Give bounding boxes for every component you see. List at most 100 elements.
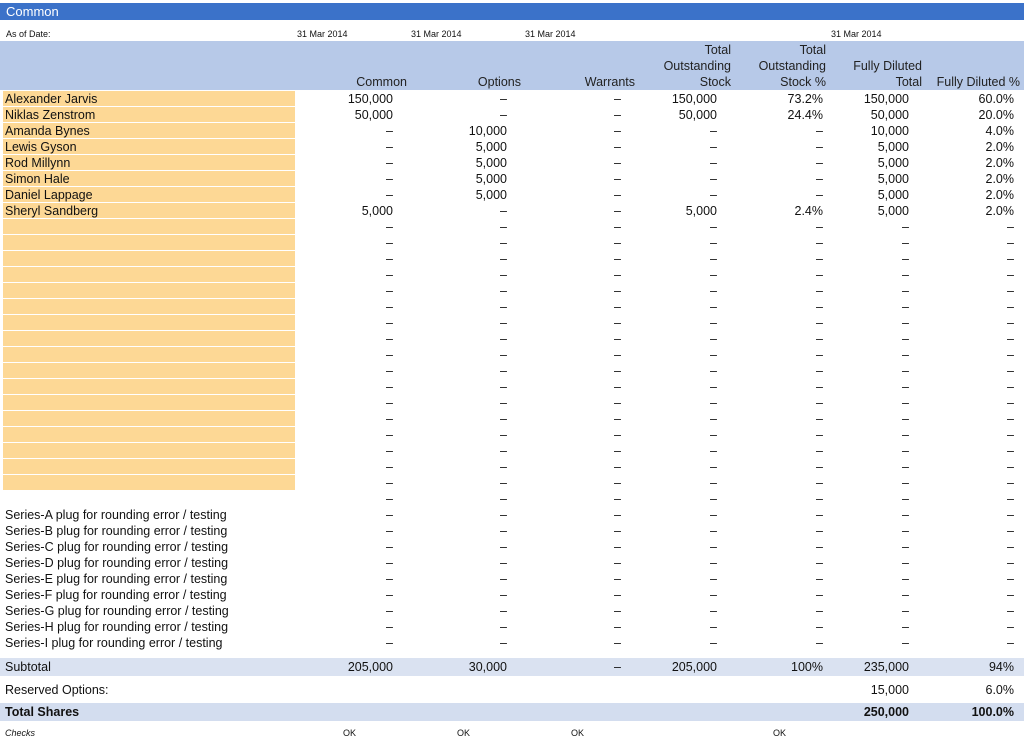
cell-common[interactable]: – bbox=[386, 123, 393, 139]
cell-warrants[interactable]: – bbox=[614, 603, 621, 619]
subtotal-total-outstanding[interactable]: 205,000 bbox=[672, 658, 717, 676]
cell-warrants[interactable]: – bbox=[614, 91, 621, 107]
cell-total[interactable]: 150,000 bbox=[672, 91, 717, 107]
cell-warrants[interactable]: – bbox=[614, 171, 621, 187]
cell-fd-total[interactable]: – bbox=[902, 571, 909, 587]
cell-total-pct[interactable]: – bbox=[816, 443, 823, 459]
cell-total[interactable]: – bbox=[710, 571, 717, 587]
cell-fd-pct[interactable]: – bbox=[1007, 603, 1014, 619]
cell-warrants[interactable]: – bbox=[614, 123, 621, 139]
cell-options[interactable]: – bbox=[500, 331, 507, 347]
cell-fd-total[interactable]: – bbox=[902, 347, 909, 363]
holder-name-cell[interactable] bbox=[3, 459, 295, 475]
cell-common[interactable]: – bbox=[386, 571, 393, 587]
cell-fd-pct[interactable]: 2.0% bbox=[986, 187, 1015, 203]
holder-name-cell[interactable] bbox=[3, 283, 295, 299]
cell-total-pct[interactable]: – bbox=[816, 507, 823, 523]
cell-total[interactable]: – bbox=[710, 379, 717, 395]
cell-common[interactable]: – bbox=[386, 379, 393, 395]
cell-common[interactable]: – bbox=[386, 251, 393, 267]
cell-warrants[interactable]: – bbox=[614, 315, 621, 331]
holder-name-cell[interactable]: Niklas Zenstrom bbox=[3, 107, 295, 123]
cell-common[interactable]: – bbox=[386, 587, 393, 603]
cell-options[interactable]: – bbox=[500, 283, 507, 299]
cell-fd-total[interactable]: 10,000 bbox=[871, 123, 909, 139]
cell-fd-pct[interactable]: – bbox=[1007, 491, 1014, 507]
holder-name-cell[interactable]: Amanda Bynes bbox=[3, 123, 295, 139]
cell-common[interactable]: – bbox=[386, 139, 393, 155]
cell-fd-pct[interactable]: – bbox=[1007, 251, 1014, 267]
cell-options[interactable]: – bbox=[500, 619, 507, 635]
holder-name-cell[interactable] bbox=[3, 475, 295, 491]
cell-warrants[interactable]: – bbox=[614, 475, 621, 491]
cell-total[interactable]: – bbox=[710, 219, 717, 235]
cell-options[interactable]: 5,000 bbox=[476, 171, 507, 187]
cell-common[interactable]: – bbox=[386, 395, 393, 411]
cell-total-pct[interactable]: – bbox=[816, 475, 823, 491]
cell-total-pct[interactable]: – bbox=[816, 315, 823, 331]
cell-total-pct[interactable]: – bbox=[816, 331, 823, 347]
cell-total[interactable]: – bbox=[710, 347, 717, 363]
cell-fd-total[interactable]: – bbox=[902, 395, 909, 411]
cell-fd-pct[interactable]: 2.0% bbox=[986, 139, 1015, 155]
cell-total[interactable]: – bbox=[710, 155, 717, 171]
cell-total[interactable]: – bbox=[710, 331, 717, 347]
cell-common[interactable]: – bbox=[386, 491, 393, 507]
cell-warrants[interactable]: – bbox=[614, 235, 621, 251]
cell-fd-total[interactable]: 5,000 bbox=[878, 203, 909, 219]
col-header-total-outstanding[interactable]: Total Outstanding Stock bbox=[664, 42, 731, 90]
cell-total-pct[interactable]: – bbox=[816, 363, 823, 379]
cell-warrants[interactable]: – bbox=[614, 363, 621, 379]
cell-options[interactable]: – bbox=[500, 523, 507, 539]
cell-total-pct[interactable]: – bbox=[816, 219, 823, 235]
cell-common[interactable]: – bbox=[386, 347, 393, 363]
cell-total-pct[interactable]: – bbox=[816, 123, 823, 139]
cell-options[interactable]: – bbox=[500, 395, 507, 411]
holder-name-cell[interactable] bbox=[3, 443, 295, 459]
cell-fd-pct[interactable]: – bbox=[1007, 443, 1014, 459]
cell-total-pct[interactable]: – bbox=[816, 587, 823, 603]
cell-total[interactable]: 50,000 bbox=[679, 107, 717, 123]
cell-warrants[interactable]: – bbox=[614, 619, 621, 635]
cell-common[interactable]: 5,000 bbox=[362, 203, 393, 219]
cell-warrants[interactable]: – bbox=[614, 507, 621, 523]
holder-name-cell[interactable] bbox=[3, 315, 295, 331]
cell-fd-pct[interactable]: – bbox=[1007, 299, 1014, 315]
cell-total-pct[interactable]: – bbox=[816, 523, 823, 539]
cell-total[interactable]: – bbox=[710, 299, 717, 315]
cell-total[interactable]: – bbox=[710, 251, 717, 267]
holder-name-cell[interactable] bbox=[3, 251, 295, 267]
reserved-fully-diluted-total[interactable]: 15,000 bbox=[871, 681, 909, 699]
cell-total-pct[interactable]: – bbox=[816, 411, 823, 427]
cell-warrants[interactable]: – bbox=[614, 219, 621, 235]
cell-warrants[interactable]: – bbox=[614, 251, 621, 267]
holder-name-cell[interactable] bbox=[3, 395, 295, 411]
cell-warrants[interactable]: – bbox=[614, 411, 621, 427]
cell-total[interactable]: – bbox=[710, 283, 717, 299]
cell-fd-pct[interactable]: – bbox=[1007, 635, 1014, 651]
reserved-fully-diluted-pct[interactable]: 6.0% bbox=[986, 681, 1015, 699]
cell-total[interactable]: – bbox=[710, 395, 717, 411]
cell-warrants[interactable]: – bbox=[614, 587, 621, 603]
holder-name-cell[interactable] bbox=[3, 427, 295, 443]
cell-fd-pct[interactable]: – bbox=[1007, 475, 1014, 491]
cell-fd-pct[interactable]: – bbox=[1007, 411, 1014, 427]
cell-fd-total[interactable]: 50,000 bbox=[871, 107, 909, 123]
cell-options[interactable]: – bbox=[500, 203, 507, 219]
cell-total[interactable]: – bbox=[710, 619, 717, 635]
cell-options[interactable]: – bbox=[500, 315, 507, 331]
col-header-fully-diluted-total[interactable]: Fully Diluted Total bbox=[853, 58, 922, 90]
cell-warrants[interactable]: – bbox=[614, 555, 621, 571]
cell-fd-total[interactable]: – bbox=[902, 331, 909, 347]
cell-options[interactable]: – bbox=[500, 555, 507, 571]
holder-name-cell[interactable] bbox=[3, 235, 295, 251]
cell-common[interactable]: 50,000 bbox=[355, 107, 393, 123]
cell-total-pct[interactable]: 2.4% bbox=[795, 203, 824, 219]
cell-options[interactable]: – bbox=[500, 411, 507, 427]
col-header-common[interactable]: Common bbox=[356, 74, 407, 90]
cell-fd-pct[interactable]: – bbox=[1007, 571, 1014, 587]
cell-total-pct[interactable]: – bbox=[816, 555, 823, 571]
cell-total[interactable]: – bbox=[710, 475, 717, 491]
cell-options[interactable]: – bbox=[500, 91, 507, 107]
cell-common[interactable]: – bbox=[386, 267, 393, 283]
